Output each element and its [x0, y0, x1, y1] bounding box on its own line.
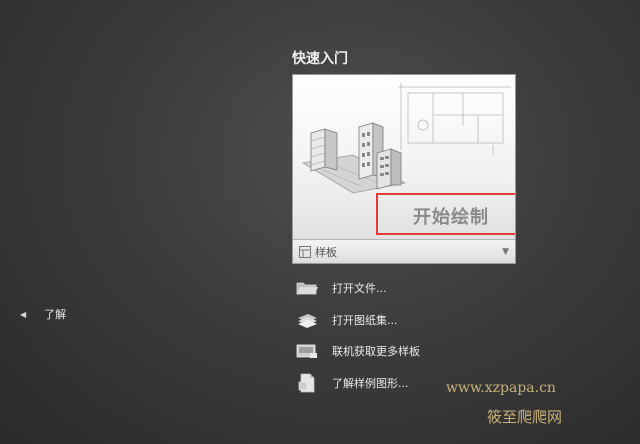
open-sheet-set-label: 打开图纸集...	[332, 313, 398, 327]
highlight-annotation-box	[376, 193, 515, 235]
online-templates-label: 联机获取更多样板	[332, 345, 420, 358]
open-file-label: 打开文件...	[332, 282, 387, 295]
online-templates-link[interactable]: 联机获取更多样板	[296, 339, 420, 363]
watermark-url: www.xzpapa.cn	[446, 380, 556, 396]
learn-tab[interactable]: ◀ 了解	[20, 306, 66, 322]
template-label: 样板	[315, 245, 337, 259]
learn-label: 了解	[44, 308, 67, 321]
online-templates-icon	[296, 341, 318, 361]
template-icon	[299, 245, 311, 258]
quick-start-title: 快速入门	[292, 51, 348, 67]
sheet-set-icon	[296, 310, 318, 330]
template-selector[interactable]: 样板 ▼	[293, 239, 515, 263]
quick-actions-list: 打开文件... 打开图纸集... 联机获取更多样板 了解样例图形...	[296, 276, 420, 402]
start-drawing-card[interactable]: 开始绘制 样板 ▼	[292, 74, 516, 264]
sample-drawings-label: 了解样例图形...	[332, 376, 409, 390]
open-sheet-set-link[interactable]: 打开图纸集...	[296, 308, 420, 332]
sample-drawing-icon	[296, 373, 318, 393]
left-arrow-icon: ◀	[20, 309, 27, 319]
sample-drawings-link[interactable]: 了解样例图形...	[296, 371, 420, 395]
open-folder-icon	[296, 278, 318, 298]
watermark-name: 筱至爬爬网	[487, 408, 563, 426]
dropdown-arrow-icon[interactable]: ▼	[502, 247, 509, 257]
open-file-link[interactable]: 打开文件...	[296, 276, 420, 300]
